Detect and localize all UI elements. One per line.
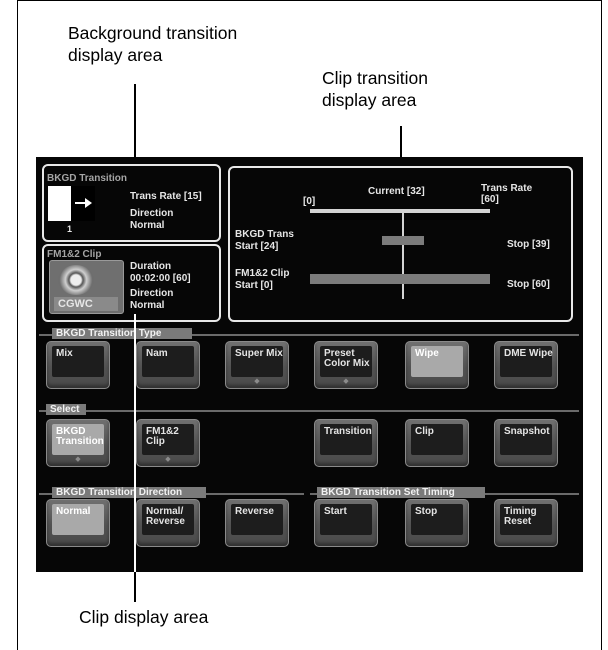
super-mix-button[interactable]: Super Mix ◆ (225, 341, 289, 389)
bkgd-transition-select-button[interactable]: BKGD Transition ◆ (46, 419, 110, 467)
leader-line-clip-display (134, 572, 136, 602)
start-button[interactable]: Start (314, 499, 378, 547)
transition-snapshot-button[interactable]: Transition (314, 419, 378, 467)
normal-reverse-button[interactable]: Normal/ Reverse (136, 499, 200, 547)
dme-wipe-button[interactable]: DME Wipe (494, 341, 558, 389)
preset-color-mix-button[interactable]: Preset Color Mix ◆ (314, 341, 378, 389)
timing-section-title: BKGD Transition Set Timing (317, 487, 485, 498)
callout-clip-display: Clip display area (79, 607, 209, 627)
reverse-button[interactable]: Reverse (225, 499, 289, 547)
select-section-title: Select (46, 404, 86, 415)
submenu-indicator-icon: ◆ (75, 456, 81, 463)
clip-area-highlight (42, 244, 221, 322)
fm12-clip-select-button[interactable]: FM1&2 Clip ◆ (136, 419, 200, 467)
submenu-indicator-icon: ◆ (254, 378, 260, 385)
timing-reset-button[interactable]: Timing Reset (494, 499, 558, 547)
callout-background-transition: Background transition display area (68, 23, 238, 65)
wipe-button[interactable]: Wipe (405, 341, 469, 389)
background-transition-area-highlight (42, 164, 221, 242)
direction-section-title: BKGD Transition Direction (52, 487, 206, 498)
select-section-rule (39, 410, 579, 412)
leader-line-background (134, 84, 136, 166)
submenu-indicator-icon: ◆ (343, 378, 349, 385)
snapshot-button[interactable]: Snapshot (494, 419, 558, 467)
callout-clip-transition: Clip transition display area (322, 68, 429, 110)
leader-line-clip-display-inner (134, 314, 136, 601)
stop-button[interactable]: Stop (405, 499, 469, 547)
clip-transition-area-highlight (228, 166, 573, 322)
submenu-indicator-icon: ◆ (165, 456, 171, 463)
nam-button[interactable]: Nam (136, 341, 200, 389)
mix-button[interactable]: Mix (46, 341, 110, 389)
clip-snapshot-button[interactable]: Clip (405, 419, 469, 467)
normal-button[interactable]: Normal (46, 499, 110, 547)
type-section-title: BKGD Transition Type (52, 328, 192, 339)
